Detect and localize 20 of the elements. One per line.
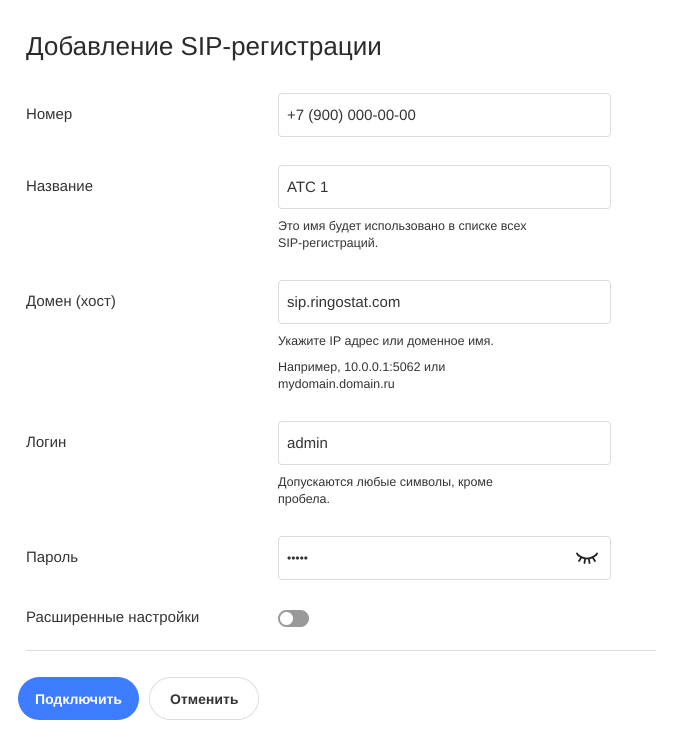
input-field[interactable]: sip.ringostat.com	[278, 280, 611, 324]
form-title: Добавление SIP-регистрации	[26, 30, 383, 62]
cancel-button[interactable]: Отменить	[149, 677, 260, 720]
hint-text: Укажите IP адрес или доменное имя.	[278, 333, 495, 350]
connect-button[interactable]: Подключить	[18, 677, 140, 720]
toggle-label: Расширенные настройки	[26, 608, 200, 628]
field-label: Название	[26, 177, 94, 197]
hint-text: Допускаются любые символы, кроме пробела.	[278, 474, 494, 508]
input-field[interactable]: +7 (900) 000-00-00	[278, 93, 611, 137]
hint-text: Это имя будет использовано в списке всех SIP-регистраций.	[278, 218, 528, 252]
closed-eye-icon[interactable]	[576, 552, 598, 564]
input-field[interactable]: АТС 1	[278, 165, 611, 209]
toggle-switch[interactable]	[278, 610, 309, 626]
field-label: Логин	[26, 433, 68, 453]
input-field[interactable]: •••••	[278, 536, 611, 580]
field-label: Пароль	[26, 548, 80, 568]
hint-text: Например, 10.0.0.1:5062 или mydomain.domain.ru	[278, 359, 446, 393]
field-label: Домен (хост)	[26, 292, 117, 312]
input-field[interactable]: admin	[278, 421, 611, 465]
field-label: Номер	[26, 105, 74, 125]
